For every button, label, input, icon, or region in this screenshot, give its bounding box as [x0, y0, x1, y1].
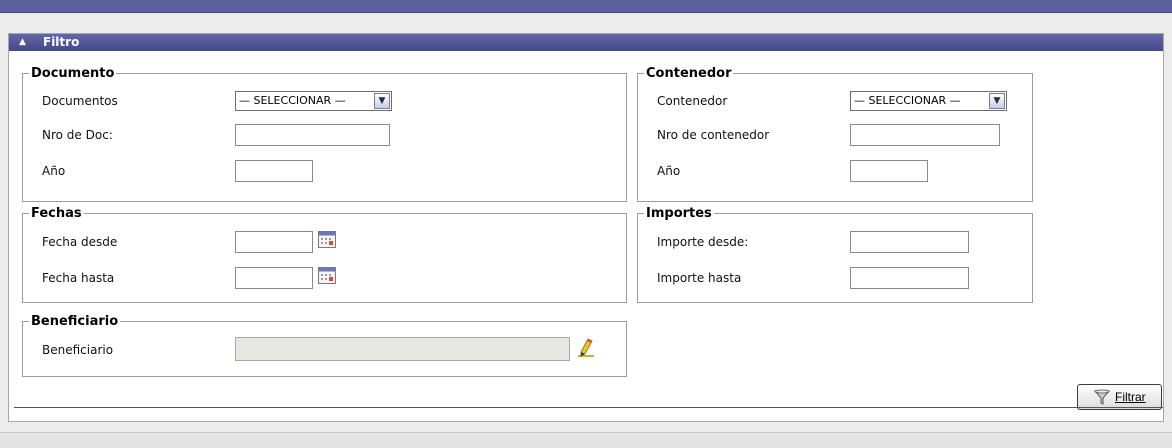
fechas-legend: Fechas: [31, 206, 82, 221]
nro-doc-label: Nro de Doc:: [42, 128, 113, 142]
fecha-desde-input[interactable]: [235, 231, 313, 253]
chevron-down-icon[interactable]: ▼: [989, 93, 1005, 109]
calendar-icon[interactable]: [318, 231, 336, 248]
beneficiario-label: Beneficiario: [42, 343, 114, 357]
contenedor-select[interactable]: — SELECCIONAR — ▼: [850, 91, 1007, 111]
contenedor-legend: Contenedor: [646, 66, 732, 81]
nro-doc-input[interactable]: [235, 124, 390, 146]
fecha-desde-label: Fecha desde: [42, 235, 118, 249]
triangle-up-icon[interactable]: ▲: [19, 34, 26, 51]
bottom-strip: [0, 432, 1172, 448]
fechas-group: Fechas: [22, 206, 627, 303]
importe-desde-label: Importe desde:: [657, 235, 749, 249]
calendar-icon[interactable]: [318, 267, 336, 284]
contenedor-selected-value: — SELECCIONAR —: [854, 94, 961, 107]
fecha-hasta-label: Fecha hasta: [42, 271, 115, 285]
panel-header[interactable]: ▲ Filtro: [9, 34, 1163, 51]
documento-anio-label: Año: [42, 164, 66, 178]
nro-contenedor-label: Nro de contenedor: [657, 128, 770, 142]
beneficiario-input: [235, 337, 570, 361]
top-bar: [0, 0, 1172, 13]
beneficiario-legend: Beneficiario: [31, 314, 119, 329]
contenedor-label: Contenedor: [657, 94, 728, 108]
documentos-select[interactable]: — SELECCIONAR — ▼: [235, 91, 392, 111]
importes-group: Importes: [637, 206, 1033, 303]
filter-button-label: Filtrar: [1115, 390, 1146, 404]
chevron-down-icon[interactable]: ▼: [374, 93, 390, 109]
separator: [14, 407, 1163, 408]
funnel-icon: [1094, 389, 1110, 405]
nro-contenedor-input[interactable]: [850, 124, 1000, 146]
importes-legend: Importes: [646, 206, 712, 221]
importe-desde-input[interactable]: [850, 231, 969, 253]
importe-hasta-label: Importe hasta: [657, 271, 742, 285]
importe-hasta-input[interactable]: [850, 267, 969, 289]
panel-title: Filtro: [43, 35, 80, 49]
pencil-icon[interactable]: [577, 338, 595, 358]
contenedor-anio-input[interactable]: [850, 160, 928, 182]
documentos-selected-value: — SELECCIONAR —: [239, 94, 346, 107]
documento-legend: Documento: [31, 66, 115, 81]
contenedor-anio-label: Año: [657, 164, 681, 178]
documentos-label: Documentos: [42, 94, 118, 108]
fecha-hasta-input[interactable]: [235, 267, 313, 289]
documento-anio-input[interactable]: [235, 160, 313, 182]
